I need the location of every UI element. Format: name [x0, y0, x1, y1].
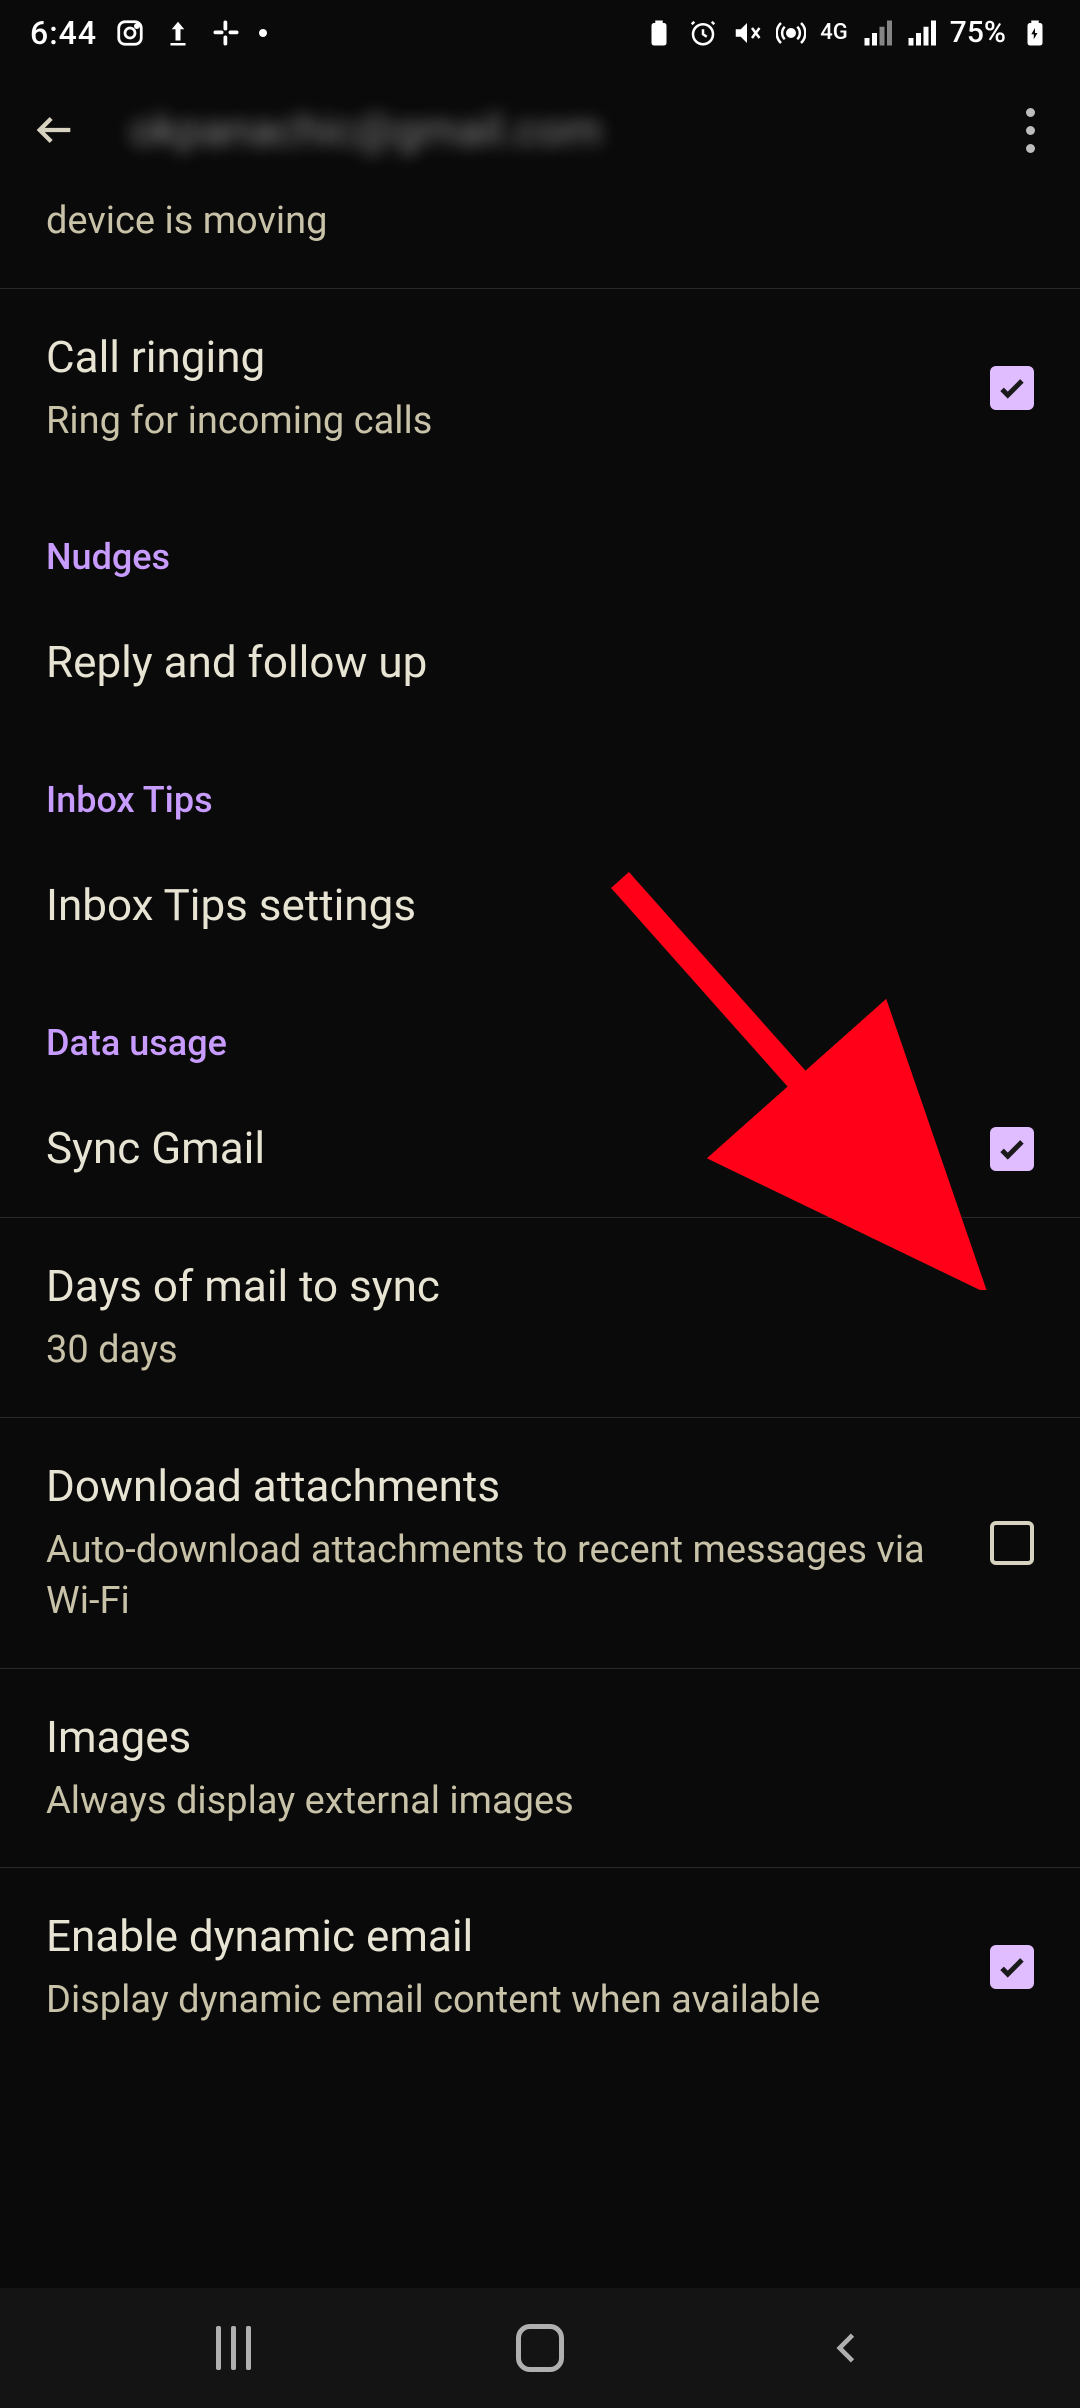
battery-percent: 75% — [950, 15, 1006, 50]
recents-icon — [216, 2326, 251, 2370]
overflow-menu-button[interactable] — [1010, 100, 1050, 160]
chevron-left-icon — [825, 2326, 869, 2370]
images-title: Images — [46, 1709, 1034, 1766]
status-right: 4G 75% — [644, 15, 1050, 50]
slack-icon — [211, 18, 241, 48]
network-type: 4G — [820, 22, 848, 44]
settings-content: device is moving Call ringing Ring for i… — [0, 195, 1080, 2066]
instagram-icon — [115, 18, 145, 48]
days-sync-title: Days of mail to sync — [46, 1258, 1034, 1315]
days-sync-subtitle: 30 days — [46, 1325, 1034, 1376]
section-data-usage: Data usage — [0, 974, 1080, 1080]
row-images[interactable]: Images Always display external images — [0, 1669, 1080, 1867]
row-dynamic-email[interactable]: Enable dynamic email Display dynamic ema… — [0, 1868, 1080, 2066]
dynamic-email-checkbox[interactable] — [990, 1945, 1034, 1989]
home-icon — [516, 2324, 564, 2372]
recents-button[interactable] — [203, 2318, 263, 2378]
call-ringing-title: Call ringing — [46, 329, 970, 386]
back-nav-button[interactable] — [817, 2318, 877, 2378]
signal-icon-1 — [862, 18, 892, 48]
hotspot-icon — [776, 18, 806, 48]
row-days-sync[interactable]: Days of mail to sync 30 days — [0, 1218, 1080, 1416]
dynamic-email-subtitle: Display dynamic email content when avail… — [46, 1975, 970, 2026]
home-button[interactable] — [510, 2318, 570, 2378]
inbox-tips-settings-title: Inbox Tips settings — [46, 877, 1034, 934]
sync-gmail-title: Sync Gmail — [46, 1120, 970, 1177]
status-bar: 6:44 4G 75% — [0, 0, 1080, 65]
download-attachments-subtitle: Auto-download attachments to recent mess… — [46, 1525, 970, 1628]
back-button[interactable] — [30, 105, 80, 155]
download-attachments-checkbox[interactable] — [990, 1521, 1034, 1565]
dynamic-email-title: Enable dynamic email — [46, 1908, 970, 1965]
section-inbox-tips: Inbox Tips — [0, 731, 1080, 837]
check-icon — [995, 371, 1029, 405]
section-nudges: Nudges — [0, 488, 1080, 594]
reply-follow-title: Reply and follow up — [46, 634, 1034, 691]
account-email-title: okpanachic@gmail.com — [130, 104, 960, 156]
row-call-ringing[interactable]: Call ringing Ring for incoming calls — [0, 289, 1080, 487]
call-ringing-subtitle: Ring for incoming calls — [46, 396, 970, 447]
arrow-left-icon — [32, 107, 78, 153]
alarm-icon — [688, 18, 718, 48]
download-attachments-title: Download attachments — [46, 1458, 970, 1515]
row-sync-gmail[interactable]: Sync Gmail — [0, 1080, 1080, 1217]
status-time: 6:44 — [30, 14, 97, 52]
signal-icon-2 — [906, 18, 936, 48]
app-bar: okpanachic@gmail.com — [0, 65, 1080, 195]
check-icon — [995, 1132, 1029, 1166]
battery-icon — [1020, 18, 1050, 48]
partial-row-subtitle: device is moving — [0, 195, 1080, 288]
row-reply-follow[interactable]: Reply and follow up — [0, 594, 1080, 731]
row-download-attachments[interactable]: Download attachments Auto-download attac… — [0, 1418, 1080, 1668]
status-left: 6:44 — [30, 14, 267, 52]
mute-icon — [732, 18, 762, 48]
check-icon — [995, 1950, 1029, 1984]
images-subtitle: Always display external images — [46, 1776, 1034, 1827]
battery-saver-icon — [644, 18, 674, 48]
call-ringing-checkbox[interactable] — [990, 366, 1034, 410]
row-inbox-tips-settings[interactable]: Inbox Tips settings — [0, 837, 1080, 974]
navigation-bar — [0, 2288, 1080, 2408]
upload-icon — [163, 18, 193, 48]
sync-gmail-checkbox[interactable] — [990, 1127, 1034, 1171]
dot-icon — [259, 29, 267, 37]
